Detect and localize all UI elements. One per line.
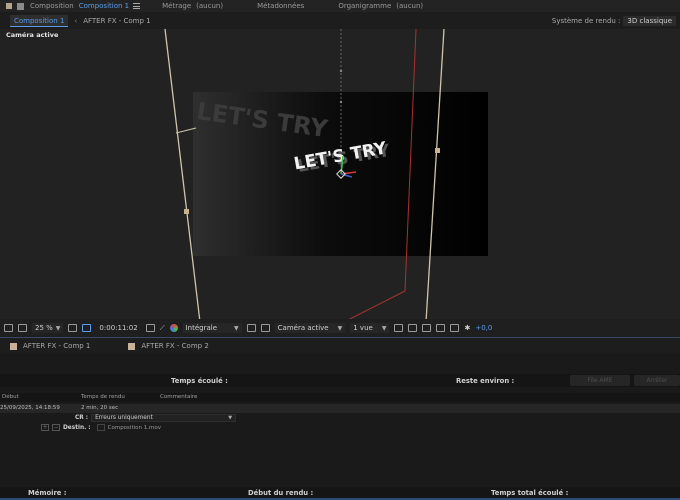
chevron-left-icon[interactable]: ‹: [74, 17, 77, 25]
elapsed-label: Temps écoulé :: [171, 377, 228, 385]
tab-composition[interactable]: Composition Composition 1: [0, 0, 146, 12]
zoom-value: 25 %: [35, 324, 53, 332]
camera-view-label: Caméra active: [6, 31, 59, 39]
col-start[interactable]: Début: [2, 394, 19, 400]
snapshot-icon[interactable]: [145, 324, 155, 332]
current-time[interactable]: 0:00:11:02: [96, 323, 141, 333]
render-start-label: Début du rendu :: [248, 489, 314, 497]
subtab-after-fx-comp-1[interactable]: AFTER FX - Comp 1: [83, 17, 150, 25]
render-queue-tabs: AFTER FX - Comp 1 AFTER FX - Comp 2: [0, 340, 680, 352]
panel-divider: [0, 337, 680, 338]
axis-dot: [339, 69, 343, 73]
output-file[interactable]: Composition 1.mov: [108, 425, 161, 431]
transparency-grid-icon[interactable]: [260, 324, 270, 332]
row-render-time: 2 min, 20 sec: [81, 405, 119, 411]
tab-footage[interactable]: Métrage (aucun): [156, 0, 229, 12]
close-icon[interactable]: [6, 3, 12, 9]
subtab-composition-1-label: Composition 1: [14, 16, 65, 25]
output-row: + − Destin. : Composition 1.mov: [41, 424, 161, 431]
tab-composition-prefix: Composition: [30, 2, 74, 10]
tab-composition-name: Composition 1: [78, 2, 130, 10]
tab-render-comp-2-label: AFTER FX - Comp 2: [141, 342, 209, 350]
reset-exposure-icon[interactable]: ✱: [464, 324, 470, 332]
tab-metadata[interactable]: Métadonnées: [251, 0, 310, 12]
tab-footage-label: Métrage: [162, 2, 192, 10]
view-layout-dropdown[interactable]: 1 vue ▼: [350, 323, 390, 333]
exposure-value[interactable]: +0,0: [475, 324, 492, 332]
panel-menu-icon[interactable]: [133, 3, 141, 9]
viewer-toolbar: 25 % ▼ 0:00:11:02 ⟋ Intégrale ▼ Caméra act…: [0, 320, 680, 336]
render-status-row: Temps écoulé : Reste environ : File AME …: [0, 374, 680, 387]
subtab-composition-1[interactable]: Composition 1: [10, 15, 69, 27]
render-item-row[interactable]: 25/09/2025, 14:18:59 2 min, 20 sec: [0, 404, 680, 413]
log-row: CR : Erreurs uniquement ▼: [75, 414, 237, 422]
chevron-down-icon: ▼: [381, 324, 387, 332]
chevron-down-icon: ▼: [228, 415, 233, 421]
camera-view-value: Caméra active: [277, 324, 329, 332]
lock-icon[interactable]: [17, 2, 24, 10]
row-start: 25/09/2025, 14:18:59: [0, 405, 60, 411]
comp-flowchart-icon[interactable]: [450, 324, 460, 332]
region-of-interest-icon[interactable]: [246, 324, 256, 332]
output-toggle-icon[interactable]: [96, 424, 105, 431]
render-footer: Mémoire : Début du rendu : Temps total é…: [0, 487, 680, 500]
view-layout-value: 1 vue: [353, 324, 373, 332]
composition-navigator: Composition 1 ‹ AFTER FX - Comp 1 Systèm…: [0, 14, 680, 28]
toggle-pixel-aspect-icon[interactable]: [394, 324, 404, 332]
frustum-handle-right[interactable]: [435, 148, 440, 153]
resolution-value: Intégrale: [185, 324, 218, 332]
panel-header: Composition Composition 1 Métrage (aucun…: [0, 0, 680, 12]
flowchart-icon[interactable]: [436, 324, 446, 332]
log-value: Erreurs uniquement: [95, 415, 153, 421]
memory-label: Mémoire :: [28, 489, 67, 497]
subtab-after-fx-comp-1-label: AFTER FX - Comp 1: [83, 17, 151, 25]
remove-output-icon[interactable]: −: [52, 424, 60, 431]
chevron-down-icon: ▼: [55, 324, 61, 332]
render-queue-header: Début Temps de rendu Commentaire: [0, 393, 680, 402]
tab-render-comp-2[interactable]: AFTER FX - Comp 2: [118, 342, 218, 350]
col-render-time[interactable]: Temps de rendu: [81, 394, 125, 400]
tab-flowchart-value: (aucun): [396, 2, 424, 10]
tab-render-comp-1-label: AFTER FX - Comp 1: [23, 342, 91, 350]
total-elapsed-label: Temps total écoulé :: [491, 489, 569, 497]
comp-swatch-icon: [128, 342, 136, 350]
timeline-icon[interactable]: [422, 324, 432, 332]
always-preview-icon[interactable]: [4, 324, 13, 332]
timecode-value: 0:00:11:02: [99, 324, 138, 332]
safe-zones-icon[interactable]: [68, 324, 78, 332]
tab-flowchart-label: Organigramme: [338, 2, 392, 10]
show-snapshot-icon[interactable]: ⟋: [160, 324, 165, 333]
chevron-down-icon: ▼: [337, 324, 343, 332]
tab-metadata-label: Métadonnées: [257, 2, 305, 10]
composition-viewer[interactable]: LET'S TRY LET'S TRY LET'S TRY: [0, 29, 680, 319]
output-label: Destin. :: [63, 424, 91, 431]
renderer-value[interactable]: 3D classique: [623, 16, 676, 26]
camera-view-dropdown[interactable]: Caméra active ▼: [274, 323, 346, 333]
add-output-icon[interactable]: +: [41, 424, 49, 431]
axis-dot: [339, 100, 343, 104]
stop-button[interactable]: Arrêter: [634, 375, 680, 386]
chevron-down-icon: ▼: [234, 324, 239, 332]
fast-preview-icon[interactable]: [408, 324, 418, 332]
renderer-selector[interactable]: Système de rendu : 3D classique: [552, 16, 676, 26]
resolution-dropdown[interactable]: Intégrale ▼: [182, 323, 242, 333]
tab-flowchart[interactable]: Organigramme (aucun): [332, 0, 429, 12]
comp-swatch-icon: [10, 342, 17, 350]
renderer-label: Système de rendu :: [551, 17, 621, 25]
tab-footage-value: (aucun): [196, 2, 224, 10]
ame-queue-button[interactable]: File AME: [570, 375, 630, 386]
color-channels-icon[interactable]: [169, 324, 178, 332]
remaining-label: Reste environ :: [456, 377, 515, 385]
col-comment[interactable]: Commentaire: [160, 394, 197, 400]
tab-render-comp-1[interactable]: AFTER FX - Comp 1: [0, 342, 100, 350]
log-label: CR :: [75, 415, 89, 421]
mask-visibility-icon[interactable]: [82, 324, 92, 332]
log-dropdown[interactable]: Erreurs uniquement ▼: [91, 414, 237, 422]
frustum-handle-left[interactable]: [184, 209, 189, 214]
monitor-icon[interactable]: [18, 324, 27, 332]
viewer-canvas: LET'S TRY LET'S TRY LET'S TRY: [164, 29, 488, 319]
zoom-dropdown[interactable]: 25 % ▼: [32, 323, 64, 333]
